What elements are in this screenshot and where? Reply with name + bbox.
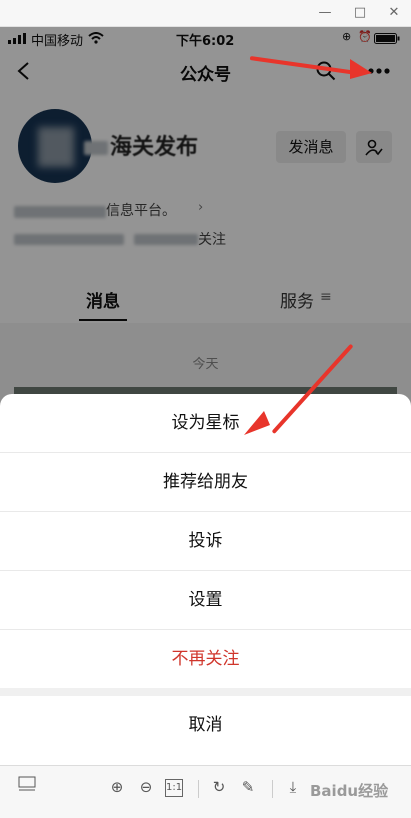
- minimize-button[interactable]: —: [316, 4, 334, 22]
- maximize-button[interactable]: □: [351, 4, 369, 22]
- set-star-option[interactable]: 设为星标: [0, 394, 411, 453]
- zoom-out-icon[interactable]: ⊖: [135, 776, 157, 798]
- arrowhead: [244, 411, 270, 435]
- unfollow-option[interactable]: 不再关注: [0, 630, 411, 688]
- arrowhead: [350, 59, 372, 79]
- toolbar-divider: [272, 780, 273, 798]
- recommend-to-friend-option[interactable]: 推荐给朋友: [0, 453, 411, 512]
- zoom-in-icon[interactable]: ⊕: [106, 776, 128, 798]
- phone-screen: 中国移动 下午6:02 ⊕ ⏰ 公众号 海关发布 发消息 信息平台。 › 关注 …: [0, 27, 411, 765]
- sheet-separator: [0, 688, 411, 696]
- rotate-icon[interactable]: ↻: [208, 776, 230, 798]
- layout-icon[interactable]: [16, 776, 38, 798]
- report-option[interactable]: 投诉: [0, 512, 411, 571]
- settings-option[interactable]: 设置: [0, 571, 411, 630]
- cancel-button[interactable]: 取消: [0, 696, 411, 754]
- window-titlebar: — □ ✕: [0, 0, 411, 27]
- actual-size-button[interactable]: 1:1: [165, 779, 183, 797]
- action-sheet: 设为星标 推荐给朋友 投诉 设置 不再关注 取消: [0, 394, 411, 765]
- download-icon[interactable]: ⤓: [282, 776, 304, 798]
- edit-icon[interactable]: ✎: [237, 776, 259, 798]
- close-button[interactable]: ✕: [385, 4, 403, 22]
- toolbar-divider: [198, 780, 199, 798]
- watermark-logo: Baidu经验: [310, 782, 389, 800]
- viewer-toolbar: ⊕ ⊖ 1:1 ↻ ✎ ⤓ Baidu经验: [0, 765, 411, 818]
